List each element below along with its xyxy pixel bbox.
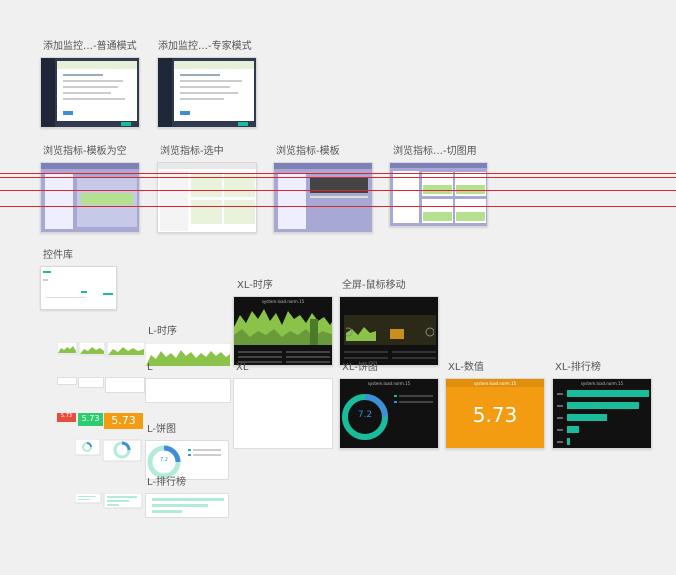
- label-browse-template: 浏览指标-模板: [276, 146, 340, 157]
- label-xl-value: XL-数值: [448, 362, 484, 373]
- thumb-add-monitor-expert[interactable]: [157, 57, 257, 128]
- area-chart: [234, 309, 332, 345]
- value-text: 5.73: [111, 414, 136, 427]
- small-timeseries-thumbs: [57, 342, 146, 357]
- xl-value-widget[interactable]: system.load.norm.15 5.73: [445, 378, 545, 449]
- xl-timeseries-widget[interactable]: system.load.norm.15: [233, 296, 333, 366]
- l-timeseries-widget[interactable]: [145, 343, 231, 367]
- small-value-green[interactable]: 5.73: [78, 413, 103, 426]
- thumb-widget-library[interactable]: [40, 266, 117, 310]
- small-value-red[interactable]: 5.73: [57, 413, 76, 422]
- small-plain-widget: [105, 377, 145, 393]
- label-xl-rank: XL-排行榜: [555, 362, 601, 373]
- small-rank-thumbs: [75, 493, 143, 509]
- small-pie-thumbs: [75, 439, 142, 462]
- value-text: 5.73: [81, 414, 100, 423]
- small-plain-widget: [57, 377, 77, 385]
- guide-line: [0, 173, 676, 174]
- guide-line: [0, 190, 676, 191]
- rank-bars: [557, 390, 649, 445]
- xl-pie-widget[interactable]: system.load.norm.15 7.2: [339, 378, 439, 449]
- label-l-plain: L: [147, 362, 153, 373]
- xl-plain-widget[interactable]: [233, 378, 333, 449]
- fullscreen-chart: [346, 327, 434, 341]
- label-add-normal: 添加监控…-普通模式: [43, 41, 137, 52]
- big-value: 5.73: [472, 403, 518, 427]
- label-browse-selected: 浏览指标-选中: [160, 146, 224, 157]
- pie-value: 7.2: [160, 457, 168, 463]
- label-browse-switch: 浏览指标…-切图用: [393, 146, 477, 157]
- label-widget-lib: 控件库: [43, 250, 73, 261]
- thumb-browse-switch[interactable]: [389, 162, 488, 227]
- value-text: 5.73: [60, 413, 73, 419]
- thumb-add-monitor-normal[interactable]: [40, 57, 140, 128]
- label-fullscreen-hover: 全屏-鼠标移动: [342, 280, 406, 291]
- guide-line: [0, 206, 676, 207]
- chart-title: system.load.norm.15: [473, 381, 517, 386]
- l-rank-widget[interactable]: [145, 493, 229, 518]
- guide-line: [0, 177, 676, 178]
- fullscreen-hover-widget[interactable]: [339, 296, 439, 366]
- label-l-rank: L-排行榜: [147, 477, 187, 488]
- chart-title: system.load.norm.15: [261, 299, 305, 304]
- label-l-timeseries: L-时序: [148, 326, 178, 337]
- label-xl-timeseries: XL-时序: [237, 280, 273, 291]
- l-plain-widget[interactable]: [145, 378, 231, 403]
- small-plain-widget: [78, 377, 104, 388]
- label-xl-pie: XL-饼图: [342, 362, 378, 373]
- pie-value: 7.2: [357, 410, 373, 420]
- label-l-pie: L-饼图: [147, 424, 177, 435]
- label-add-expert: 添加监控…-专家模式: [158, 41, 252, 52]
- label-browse-empty: 浏览指标-模板为空: [43, 146, 127, 157]
- xl-rank-widget[interactable]: system.load.norm.15: [552, 378, 652, 449]
- label-xl-plain: XL: [236, 362, 249, 373]
- l-pie-widget[interactable]: 7.2: [145, 440, 229, 480]
- small-value-orange[interactable]: 5.73: [104, 413, 143, 429]
